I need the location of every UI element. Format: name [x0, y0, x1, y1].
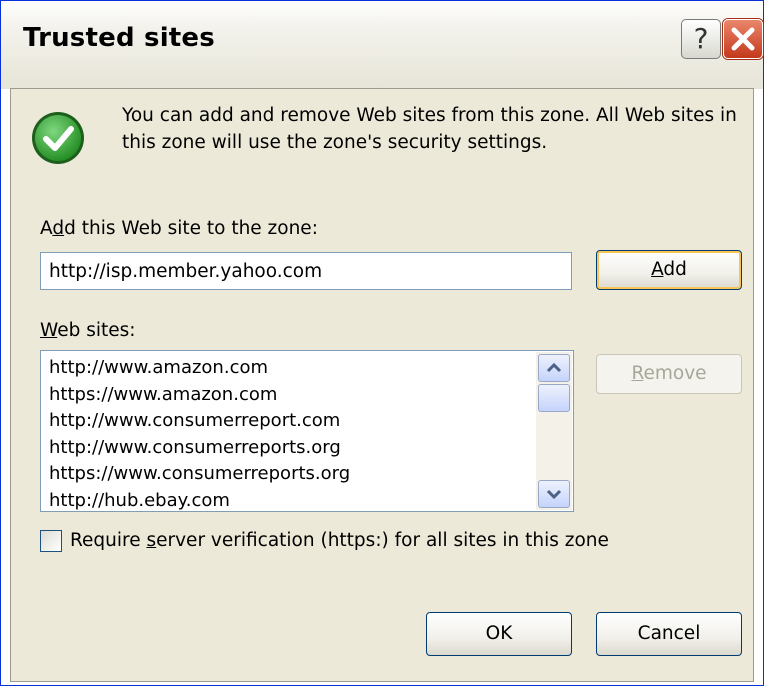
- list-item[interactable]: http://www.consumerreports.org: [49, 435, 350, 462]
- verification-label-accesskey: s: [146, 530, 157, 551]
- web-sites-label-accesskey: W: [40, 320, 58, 341]
- require-verification-checkbox[interactable]: [40, 530, 62, 552]
- web-sites-label: Web sites:: [40, 320, 136, 341]
- zone-info-text: You can add and remove Web sites from th…: [122, 105, 737, 153]
- help-button[interactable]: ?: [681, 19, 721, 59]
- add-button[interactable]: Add: [596, 250, 742, 290]
- list-item[interactable]: http://hub.ebay.com: [49, 488, 350, 512]
- list-item[interactable]: https://www.amazon.com: [49, 382, 350, 409]
- close-button[interactable]: [723, 19, 763, 59]
- scroll-thumb[interactable]: [538, 384, 570, 412]
- add-site-label: Add this Web site to the zone:: [40, 218, 318, 239]
- remove-button[interactable]: Remove: [596, 354, 742, 394]
- cancel-button[interactable]: Cancel: [596, 612, 742, 656]
- remove-button-label: emove: [643, 363, 707, 384]
- require-verification-label[interactable]: Require server verification (https:) for…: [70, 530, 609, 551]
- scroll-up-icon: [546, 362, 562, 373]
- add-site-label-pre: A: [40, 218, 53, 239]
- close-icon: [731, 27, 755, 51]
- add-button-accesskey: A: [651, 259, 664, 280]
- scroll-down-icon: [546, 489, 562, 500]
- remove-button-accesskey: R: [631, 363, 644, 384]
- add-site-label-accesskey: d: [52, 218, 65, 239]
- ok-button[interactable]: OK: [426, 612, 572, 656]
- web-sites-label-post: eb sites:: [57, 320, 136, 341]
- list-item[interactable]: http://www.amazon.com: [49, 355, 350, 382]
- check-icon: [32, 112, 84, 164]
- list-item[interactable]: http://www.consumerreport.com: [49, 408, 350, 435]
- verification-label-pre: Require: [70, 530, 147, 551]
- verification-label-post: erver verification (https:) for all site…: [156, 530, 609, 551]
- scroll-up-button[interactable]: [538, 354, 570, 382]
- vertical-scrollbar[interactable]: [536, 352, 572, 510]
- scroll-down-button[interactable]: [538, 480, 570, 508]
- add-site-input[interactable]: [40, 252, 572, 290]
- web-sites-list[interactable]: http://www.amazon.com https://www.amazon…: [40, 350, 574, 512]
- title-bar[interactable]: Trusted sites ?: [1, 1, 763, 89]
- dialog-title: Trusted sites: [23, 23, 215, 53]
- add-site-label-post: d this Web site to the zone:: [64, 218, 318, 239]
- add-button-label: dd: [663, 259, 687, 280]
- help-icon: ?: [693, 22, 709, 55]
- list-item[interactable]: https://www.consumerreports.org: [49, 461, 350, 488]
